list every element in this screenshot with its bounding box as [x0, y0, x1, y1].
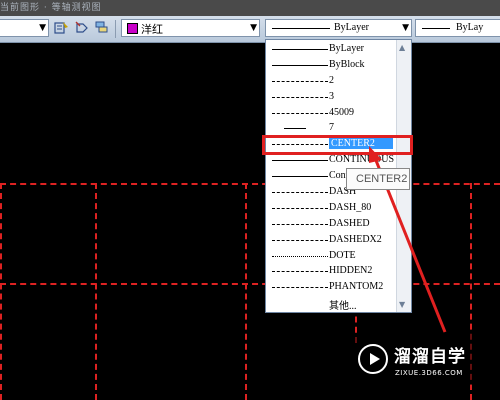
watermark-url: ZIXUE.3D66.COM [395, 369, 463, 377]
linetype-sample [272, 207, 328, 209]
linetype-option[interactable]: DASHEDX2 [266, 233, 396, 249]
title-bar: 当前图形 · 等轴测视图 [0, 0, 500, 16]
linetype-sample [272, 112, 328, 114]
lineweight-dropdown[interactable]: ByLay [415, 19, 500, 37]
watermark-title: 溜溜自学 [394, 347, 466, 367]
play-icon [358, 344, 388, 374]
linetype-sample [272, 271, 328, 273]
linetype-sample [272, 239, 328, 241]
color-swatch [127, 23, 138, 34]
linetype-option-label: DASHEDX2 [329, 233, 382, 245]
linetype-option-label: 45009 [329, 106, 354, 118]
layer-previous-icon[interactable] [74, 20, 90, 36]
drawing-line [0, 183, 500, 185]
lineweight-preview [422, 28, 450, 29]
linetype-option[interactable]: ByBlock [266, 58, 396, 74]
highlight-box [262, 135, 413, 155]
linetype-sample [272, 96, 328, 98]
drawing-line [0, 183, 2, 400]
linetype-sample [272, 49, 328, 50]
linetype-option[interactable]: HIDDEN2 [266, 264, 396, 280]
properties-toolbar: ▼ 洋红 ▼ ByLayer ▼ ByLay [0, 16, 500, 43]
drawing-line [95, 183, 97, 400]
linetype-option[interactable]: 45009 [266, 106, 396, 122]
linetype-dropdown[interactable]: ByLayer ▼ [265, 19, 412, 37]
linetype-option[interactable]: 3 [266, 90, 396, 106]
linetype-option-label: 2 [329, 74, 334, 86]
linetype-sample [272, 80, 328, 82]
linetype-option[interactable]: DASH_80 [266, 201, 396, 217]
linetype-option-label: ByLayer [329, 43, 364, 54]
linetype-option-label: 7 [329, 122, 334, 134]
chevron-down-icon[interactable]: ▼ [250, 22, 257, 34]
linetype-option-label: DASH_80 [329, 201, 372, 213]
chevron-down-icon[interactable]: ▼ [399, 300, 405, 309]
lineweight-value: ByLay [456, 22, 484, 33]
linetype-sample [284, 128, 306, 130]
tooltip: CENTER2 [346, 168, 410, 190]
linetype-sample [272, 160, 328, 162]
layer-state-icon[interactable] [94, 20, 110, 36]
linetype-option-label: 3 [329, 90, 334, 102]
linetype-option[interactable]: CONTINUOUS [266, 153, 396, 169]
linetype-value: ByLayer [334, 22, 369, 33]
drawing-line [245, 183, 247, 400]
linetype-option-label: DASHED [329, 217, 370, 229]
color-value: 洋红 [141, 23, 163, 36]
chevron-down-icon[interactable]: ▼ [39, 22, 46, 34]
color-dropdown[interactable]: 洋红 ▼ [121, 19, 260, 37]
linetype-option-label: PHANTOM2 [329, 281, 384, 293]
linetype-sample [272, 64, 328, 66]
linetype-option[interactable]: DOTE [266, 249, 396, 265]
linetype-option-label: HIDDEN2 [329, 265, 373, 277]
left-combo[interactable]: ▼ [0, 19, 49, 37]
drawing-line [0, 283, 500, 285]
linetype-option-label: CONTINUOUS [329, 154, 394, 166]
chevron-down-icon[interactable]: ▼ [402, 22, 409, 34]
linetype-option[interactable]: 其他... [266, 296, 396, 312]
chevron-up-icon[interactable]: ▲ [399, 43, 405, 52]
linetype-sample [272, 287, 328, 289]
title-bar-text: 当前图形 · 等轴测视图 [0, 3, 102, 13]
linetype-option[interactable]: PHANTOM2 [266, 280, 396, 296]
linetype-option-label: DOTE [329, 249, 356, 261]
toolbar-separator [115, 20, 116, 38]
linetype-option[interactable]: 2 [266, 74, 396, 90]
linetype-preview [272, 28, 330, 29]
linetype-option-label: ByBlock [329, 58, 365, 70]
linetype-sample [272, 176, 328, 178]
linetype-option-label: 其他... [329, 301, 357, 313]
linetype-option[interactable]: DASHED [266, 217, 396, 233]
match-properties-icon[interactable] [53, 20, 69, 36]
linetype-sample [272, 255, 328, 257]
linetype-sample [272, 223, 328, 225]
linetype-sample [272, 192, 328, 194]
watermark: 溜溜自学 ZIXUE.3D66.COM [350, 333, 474, 385]
linetype-option[interactable]: ByLayer [266, 42, 396, 58]
